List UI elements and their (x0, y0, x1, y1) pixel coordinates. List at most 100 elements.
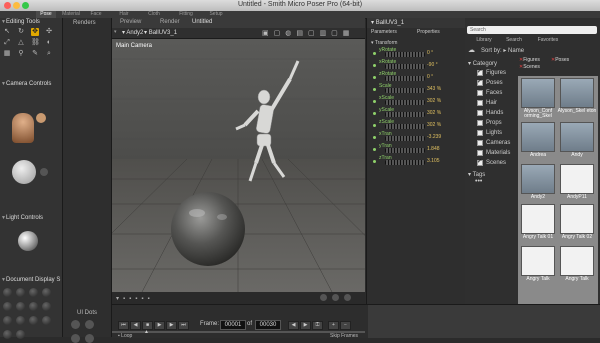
tab-parameters[interactable]: Parameters (371, 29, 397, 36)
translate-tool-icon[interactable]: ✣ (45, 28, 53, 36)
param-dial[interactable] (385, 160, 425, 165)
param-dial[interactable] (385, 112, 425, 117)
face-camera-icon[interactable] (36, 113, 46, 123)
move-xz-icon[interactable] (40, 168, 48, 176)
tab-untitled[interactable]: Untitled (192, 18, 212, 27)
thumb-angry-talk-01[interactable] (521, 204, 555, 234)
color-tool-icon[interactable]: ◐ (45, 39, 53, 47)
param-dial[interactable] (385, 88, 425, 93)
param-dial[interactable] (385, 136, 425, 141)
tags-header[interactable]: ▾ Tags (468, 171, 485, 178)
tab-preview[interactable]: Preview (120, 18, 141, 27)
light-sphere-icon[interactable] (18, 231, 38, 251)
thumb-alyson-conforming-skel[interactable] (521, 78, 555, 108)
tab-face[interactable]: Face (86, 11, 106, 18)
display-style-cartoon-line[interactable] (3, 316, 12, 325)
param-row[interactable]: yScale 302 % (371, 107, 463, 119)
thumb-andyp11[interactable] (560, 164, 594, 194)
param-row[interactable]: zTran 3.105 (371, 155, 463, 167)
param-row[interactable]: xScale 302 % (371, 95, 463, 107)
next-keyframe-icon[interactable]: ▶ (300, 321, 311, 330)
light-controls-header[interactable]: ▼ Light Controls (0, 214, 62, 222)
editing-tools-header[interactable]: ▼ Editing Tools (0, 18, 62, 26)
param-row[interactable]: zRotate 0 ° (371, 71, 463, 83)
skip-frames-label[interactable]: Skip Frames (330, 333, 358, 339)
skip-to-start-icon[interactable]: ⏮ (118, 321, 129, 330)
tab-cloth[interactable]: Cloth (144, 11, 164, 18)
add-keyframe-icon[interactable]: + (328, 321, 339, 330)
total-frames-field[interactable]: 00030 (255, 320, 281, 330)
camera-head-icon[interactable] (12, 113, 34, 143)
taper-tool-icon[interactable]: △ (17, 39, 25, 47)
display-style-flat-lined[interactable] (29, 302, 38, 311)
3d-viewport[interactable]: Main Camera (112, 39, 365, 292)
document-display-header[interactable]: ▼ Document Display S (0, 276, 62, 284)
actor-menu[interactable]: ▾ BallUV3_1 (144, 29, 177, 36)
timeline-track[interactable] (112, 331, 365, 333)
display-style-hidden-line[interactable] (42, 288, 51, 297)
ui-dot[interactable] (85, 334, 94, 343)
tab-setup[interactable]: Setup (206, 11, 226, 18)
remove-keyframe-icon[interactable]: − (340, 321, 351, 330)
display-style-flat-shaded[interactable] (16, 302, 25, 311)
filter-scenes[interactable]: ✕Scenes (519, 64, 540, 70)
tab-fitting[interactable]: Fitting (174, 11, 198, 18)
thumb-angry-talk[interactable] (521, 246, 555, 276)
checkbox-faces[interactable] (477, 90, 483, 96)
grouping-tool-icon[interactable]: ▦ (3, 50, 11, 58)
sort-control[interactable]: Sort by: ▸ Name (481, 47, 524, 54)
category-header[interactable]: ▾ Category (468, 60, 497, 67)
more-icon[interactable]: ••• (475, 178, 482, 185)
select-tool-icon[interactable]: ↖ (3, 28, 11, 36)
ui-dot[interactable] (71, 334, 80, 343)
play-icon[interactable]: ▶ (154, 321, 165, 330)
param-dial[interactable] (385, 100, 425, 105)
display-style-smooth-lined[interactable] (29, 316, 38, 325)
checkbox-materials[interactable] (477, 150, 483, 156)
trackball-icon[interactable] (12, 160, 36, 184)
collapse-icon[interactable]: ▾ (114, 29, 117, 35)
checkbox-hair[interactable] (477, 100, 483, 106)
tab-favorites[interactable]: Favorites (531, 37, 565, 44)
param-dial[interactable] (385, 76, 425, 81)
prev-keyframe-icon[interactable]: ◀ (288, 321, 299, 330)
timeline-scrubber-icon[interactable]: ▲ (144, 329, 149, 335)
display-style-texture-shaded[interactable] (42, 316, 51, 325)
display-style-outline[interactable] (16, 288, 25, 297)
thumb-angry-talk[interactable] (560, 246, 594, 276)
display-style-preview[interactable] (3, 330, 12, 339)
scale-tool-icon[interactable]: ⤢ (3, 39, 11, 47)
display-style-wireframe[interactable] (29, 288, 38, 297)
thumb-alyson-skeleton[interactable] (560, 78, 594, 108)
collapse-icon[interactable]: ▾ (371, 20, 374, 26)
cloud-icon[interactable]: ☁ (468, 46, 475, 54)
ground-controls[interactable]: ▾▪▪▪▪▪ (116, 295, 154, 302)
filter-poses[interactable]: ✕Poses (551, 57, 569, 63)
tab-render[interactable]: Render (160, 18, 180, 27)
param-dial[interactable] (385, 64, 425, 69)
thumb-andy[interactable] (560, 122, 594, 152)
checkbox-cameras[interactable] (477, 140, 483, 146)
tab-properties[interactable]: Properties (417, 29, 440, 36)
display-style-cartoon[interactable] (42, 302, 51, 311)
param-row[interactable]: Scale 343 % (371, 83, 463, 95)
step-back-icon[interactable]: ◀ (130, 321, 141, 330)
display-style-toon[interactable] (16, 330, 25, 339)
checkbox-lights[interactable] (477, 130, 483, 136)
edit-keyframes-icon[interactable]: ⚿ (312, 321, 323, 330)
camera-controls-header[interactable]: ▼ Camera Controls (0, 80, 62, 88)
tab-material[interactable]: Material (58, 11, 84, 18)
filter-figures[interactable]: ✕Figures (519, 57, 540, 63)
thumb-andrea[interactable] (521, 122, 555, 152)
twist-tool-icon[interactable]: ✥ (31, 28, 39, 36)
display-dot[interactable] (344, 294, 351, 301)
param-row[interactable]: xTran -3.239 (371, 131, 463, 143)
ui-dot[interactable] (85, 320, 94, 329)
tab-pose[interactable]: Pose (36, 11, 56, 18)
param-row[interactable]: zScale 302 % (371, 119, 463, 131)
step-forward-icon[interactable]: ▶ (166, 321, 177, 330)
param-dial[interactable] (385, 148, 425, 153)
skip-to-end-icon[interactable]: ⏭ (178, 321, 189, 330)
display-style-lit-wireframe[interactable] (3, 302, 12, 311)
display-style-silhouette[interactable] (3, 288, 12, 297)
